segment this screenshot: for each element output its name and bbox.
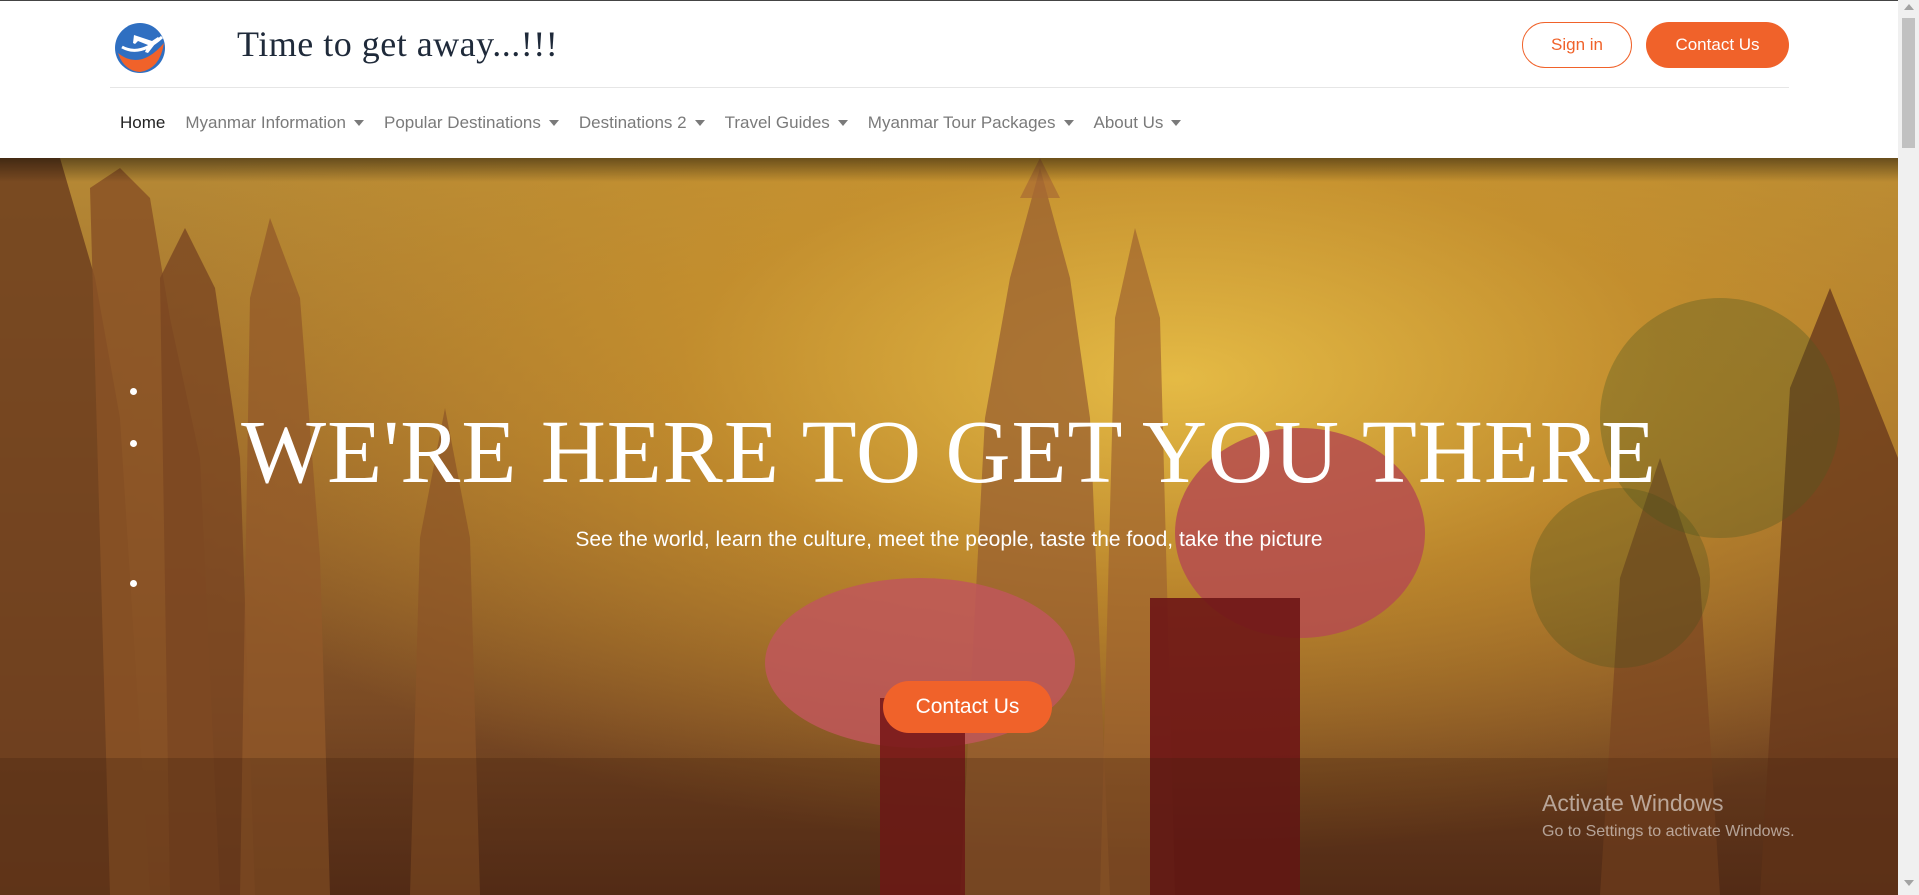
nav-item-home[interactable]: Home (110, 105, 175, 141)
nav-item-label: Myanmar Tour Packages (867, 113, 1056, 132)
nav-item-myanmar-tour-packages[interactable]: Myanmar Tour Packages (858, 105, 1084, 141)
airplane-globe-logo-icon[interactable] (112, 21, 169, 74)
site-header: Time to get away...!!! Sign in Contact U… (0, 1, 1898, 158)
hero-title: WE'RE HERE TO GET YOU THERE (241, 403, 1657, 502)
slider-dot[interactable] (130, 388, 137, 395)
caret-down-icon (1171, 120, 1182, 126)
nav-item-travel-guides[interactable]: Travel Guides (715, 105, 858, 141)
temple-background-image (0, 158, 1898, 895)
nav-item-label: Popular Destinations (383, 113, 541, 132)
nav-item-label: Home (120, 113, 166, 132)
caret-down-icon (837, 120, 848, 126)
main-nav: Home Myanmar Information Popular Destina… (110, 105, 1191, 141)
slider-dot[interactable] (130, 580, 137, 587)
caret-down-icon (353, 120, 364, 126)
nav-item-destinations-2[interactable]: Destinations 2 (569, 105, 715, 141)
nav-item-popular-destinations[interactable]: Popular Destinations (374, 105, 569, 141)
contact-us-hero-button[interactable]: Contact Us (883, 681, 1052, 733)
nav-item-about-us[interactable]: About Us (1084, 105, 1192, 141)
nav-item-label: About Us (1093, 113, 1164, 132)
caret-down-icon (1063, 120, 1074, 126)
nav-item-myanmar-information[interactable]: Myanmar Information (175, 105, 374, 141)
site-title: Time to get away...!!! (237, 24, 559, 64)
watermark-title: Activate Windows (1542, 790, 1724, 816)
contact-us-header-button[interactable]: Contact Us (1646, 22, 1789, 68)
sign-in-button[interactable]: Sign in (1522, 22, 1632, 68)
nav-item-label: Myanmar Information (185, 113, 346, 132)
page-scrollbar[interactable] (1898, 0, 1919, 895)
caret-down-icon (694, 120, 705, 126)
scrollbar-thumb[interactable] (1902, 18, 1915, 148)
scroll-up-arrow-icon[interactable] (1904, 4, 1914, 10)
hero-subtitle: See the world, learn the culture, meet t… (575, 528, 1323, 551)
nav-item-label: Destinations 2 (578, 113, 687, 132)
hero-top-shadow (0, 158, 1898, 182)
header-divider (110, 87, 1789, 88)
hero-banner: WE'RE HERE TO GET YOU THERE See the worl… (0, 158, 1898, 895)
caret-down-icon (548, 120, 559, 126)
nav-item-label: Travel Guides (724, 113, 830, 132)
scroll-down-arrow-icon[interactable] (1904, 880, 1914, 886)
windows-activation-watermark: Activate Windows Go to Settings to activ… (1542, 790, 1795, 841)
watermark-subtitle: Go to Settings to activate Windows. (1542, 823, 1795, 840)
